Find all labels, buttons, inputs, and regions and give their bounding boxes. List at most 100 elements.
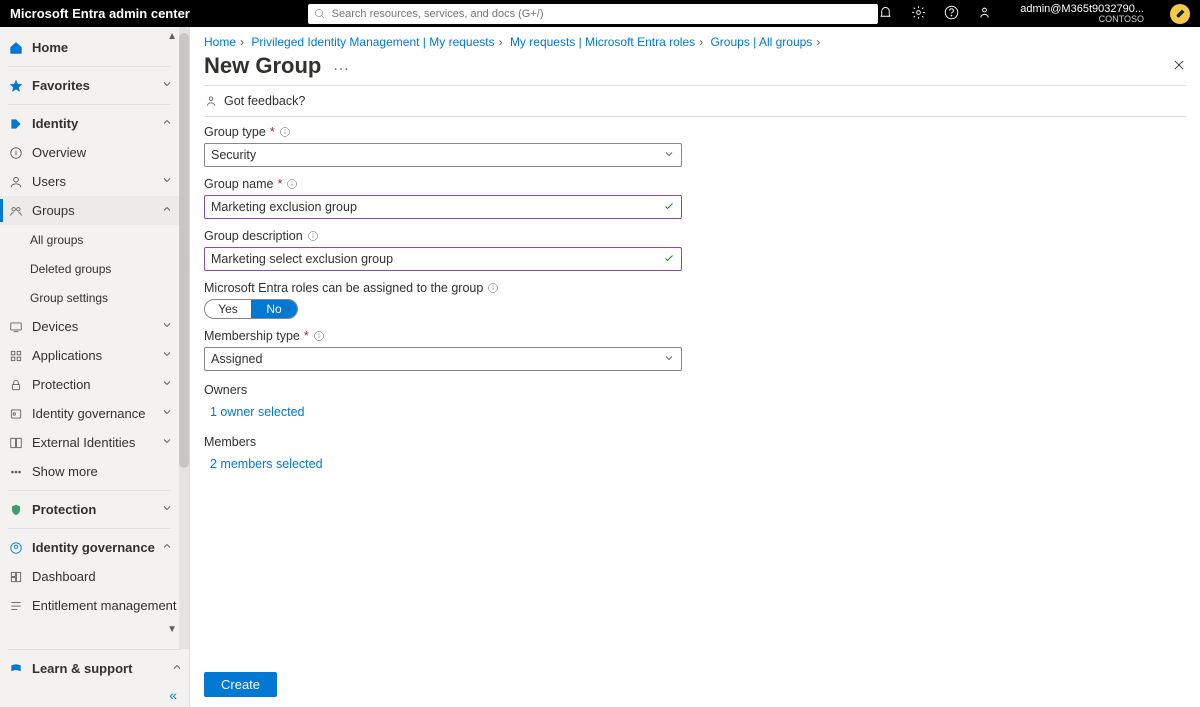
toggle-roles-assign[interactable]: Yes No xyxy=(204,299,298,319)
more-icon xyxy=(8,464,24,480)
chevron-down-icon xyxy=(663,148,675,163)
star-icon xyxy=(8,78,24,94)
sidebar-item-show-more[interactable]: Show more xyxy=(0,457,179,486)
sidebar-scroll-thumb[interactable] xyxy=(179,33,189,468)
sidebar-item-favorites[interactable]: Favorites xyxy=(0,71,179,100)
sidebar-item-groups[interactable]: Groups xyxy=(0,196,179,225)
avatar[interactable] xyxy=(1170,4,1190,24)
overview-icon xyxy=(8,145,24,161)
label-members: Members xyxy=(204,435,1186,449)
sidebar-item-devices[interactable]: Devices xyxy=(0,312,179,341)
sidebar-item-label: Identity governance xyxy=(32,540,155,555)
sidebar-item-protection[interactable]: Protection xyxy=(0,370,179,399)
chevron-up-icon xyxy=(161,540,173,555)
link-owners-selected[interactable]: 1 owner selected xyxy=(204,401,1186,423)
input-group-desc[interactable]: Marketing select exclusion group xyxy=(204,247,682,271)
sidebar-item-home[interactable]: Home xyxy=(0,33,179,62)
sidebar-section-protection[interactable]: Protection xyxy=(0,495,179,524)
shield-icon xyxy=(8,502,24,518)
global-search[interactable] xyxy=(308,4,879,24)
label-group-name: Group name* xyxy=(204,177,1186,191)
sidebar-item-overview[interactable]: Overview xyxy=(0,138,179,167)
sidebar-scrollbar[interactable] xyxy=(179,27,189,649)
sidebar-item-label: Show more xyxy=(32,464,98,479)
brand: Microsoft Entra admin center xyxy=(0,6,308,21)
account-info[interactable]: admin@M365t9032790... CONTOSO xyxy=(1020,4,1144,24)
top-bar: Microsoft Entra admin center admin@M365t… xyxy=(0,0,1200,27)
sidebar-item-label: External Identities xyxy=(32,435,135,450)
collapse-sidebar-button[interactable]: « xyxy=(0,683,189,707)
chevron-down-icon xyxy=(161,78,173,93)
info-icon[interactable] xyxy=(313,330,325,342)
chevron-down-icon xyxy=(161,174,173,189)
scroll-down-icon[interactable]: ▼ xyxy=(167,624,177,635)
breadcrumb: Home› Privileged Identity Management | M… xyxy=(190,27,1200,49)
sidebar-item-group-settings[interactable]: Group settings xyxy=(0,283,179,312)
sidebar-item-deleted-groups[interactable]: Deleted groups xyxy=(0,254,179,283)
sidebar-section-idgov[interactable]: Identity governance xyxy=(0,533,179,562)
select-group-type[interactable]: Security xyxy=(204,143,682,167)
check-icon xyxy=(663,200,675,215)
sidebar-section-learn[interactable]: Learn & support xyxy=(0,654,189,683)
sidebar-item-external[interactable]: External Identities xyxy=(0,428,179,457)
feedback-label: Got feedback? xyxy=(224,94,305,108)
sidebar-item-label: Identity governance xyxy=(32,406,145,421)
tenant-name: CONTOSO xyxy=(1099,15,1144,24)
crumb-home[interactable]: Home xyxy=(204,35,236,49)
input-group-name[interactable]: Marketing exclusion group xyxy=(204,195,682,219)
chevron-down-icon xyxy=(161,348,173,363)
sidebar-item-label: Learn & support xyxy=(32,661,132,676)
label-roles-assign: Microsoft Entra roles can be assigned to… xyxy=(204,281,1186,295)
sidebar-item-idgov[interactable]: Identity governance xyxy=(0,399,179,428)
apps-icon xyxy=(8,348,24,364)
close-blade-button[interactable] xyxy=(1172,58,1186,75)
link-members-selected[interactable]: 2 members selected xyxy=(204,453,1186,475)
sidebar: ▲ Home Favorites Identity xyxy=(0,27,190,707)
feedback-icon[interactable] xyxy=(977,5,992,23)
chevron-down-icon xyxy=(161,406,173,421)
notifications-icon[interactable] xyxy=(878,5,893,23)
chevron-down-icon xyxy=(161,319,173,334)
info-icon[interactable] xyxy=(286,178,298,190)
settings-icon[interactable] xyxy=(911,5,926,23)
label-membership: Membership type* xyxy=(204,329,1186,343)
create-button[interactable]: Create xyxy=(204,672,277,697)
info-icon[interactable] xyxy=(307,230,319,242)
page-title: New Group xyxy=(204,53,321,79)
chevron-down-icon xyxy=(161,502,173,517)
sidebar-item-entitlement[interactable]: Entitlement management xyxy=(0,591,179,620)
crumb-pim[interactable]: Privileged Identity Management | My requ… xyxy=(251,35,494,49)
sidebar-item-all-groups[interactable]: All groups xyxy=(0,225,179,254)
main-content: Home› Privileged Identity Management | M… xyxy=(190,27,1200,707)
sidebar-item-dashboard[interactable]: Dashboard xyxy=(0,562,179,591)
input-value: Marketing select exclusion group xyxy=(211,252,393,266)
toggle-no[interactable]: No xyxy=(251,300,297,318)
groups-icon xyxy=(8,203,24,219)
sidebar-item-label: Protection xyxy=(32,502,96,517)
sidebar-item-applications[interactable]: Applications xyxy=(0,341,179,370)
crumb-groups[interactable]: Groups | All groups xyxy=(710,35,812,49)
label-owners: Owners xyxy=(204,383,1186,397)
home-icon xyxy=(8,40,24,56)
idgov-section-icon xyxy=(8,540,24,556)
crumb-myreq[interactable]: My requests | Microsoft Entra roles xyxy=(510,35,695,49)
label-group-desc: Group description xyxy=(204,229,1186,243)
search-input[interactable] xyxy=(332,5,873,23)
sidebar-section-identity[interactable]: Identity xyxy=(0,109,179,138)
help-icon[interactable] xyxy=(944,5,959,23)
info-icon[interactable] xyxy=(279,126,291,138)
chevron-up-icon xyxy=(161,116,173,131)
sidebar-item-users[interactable]: Users xyxy=(0,167,179,196)
sidebar-item-label: Entitlement management xyxy=(32,598,177,613)
topbar-actions: admin@M365t9032790... CONTOSO xyxy=(878,0,1200,27)
feedback-button[interactable]: Got feedback? xyxy=(190,86,1200,116)
sidebar-item-label: Applications xyxy=(32,348,102,363)
idgov-icon xyxy=(8,406,24,422)
more-actions-icon[interactable] xyxy=(333,59,349,74)
toggle-yes[interactable]: Yes xyxy=(205,300,251,318)
chevron-down-icon xyxy=(161,377,173,392)
select-membership[interactable]: Assigned xyxy=(204,347,682,371)
account-email: admin@M365t9032790... xyxy=(1020,4,1144,15)
input-value: Marketing exclusion group xyxy=(211,200,357,214)
info-icon[interactable] xyxy=(487,282,499,294)
